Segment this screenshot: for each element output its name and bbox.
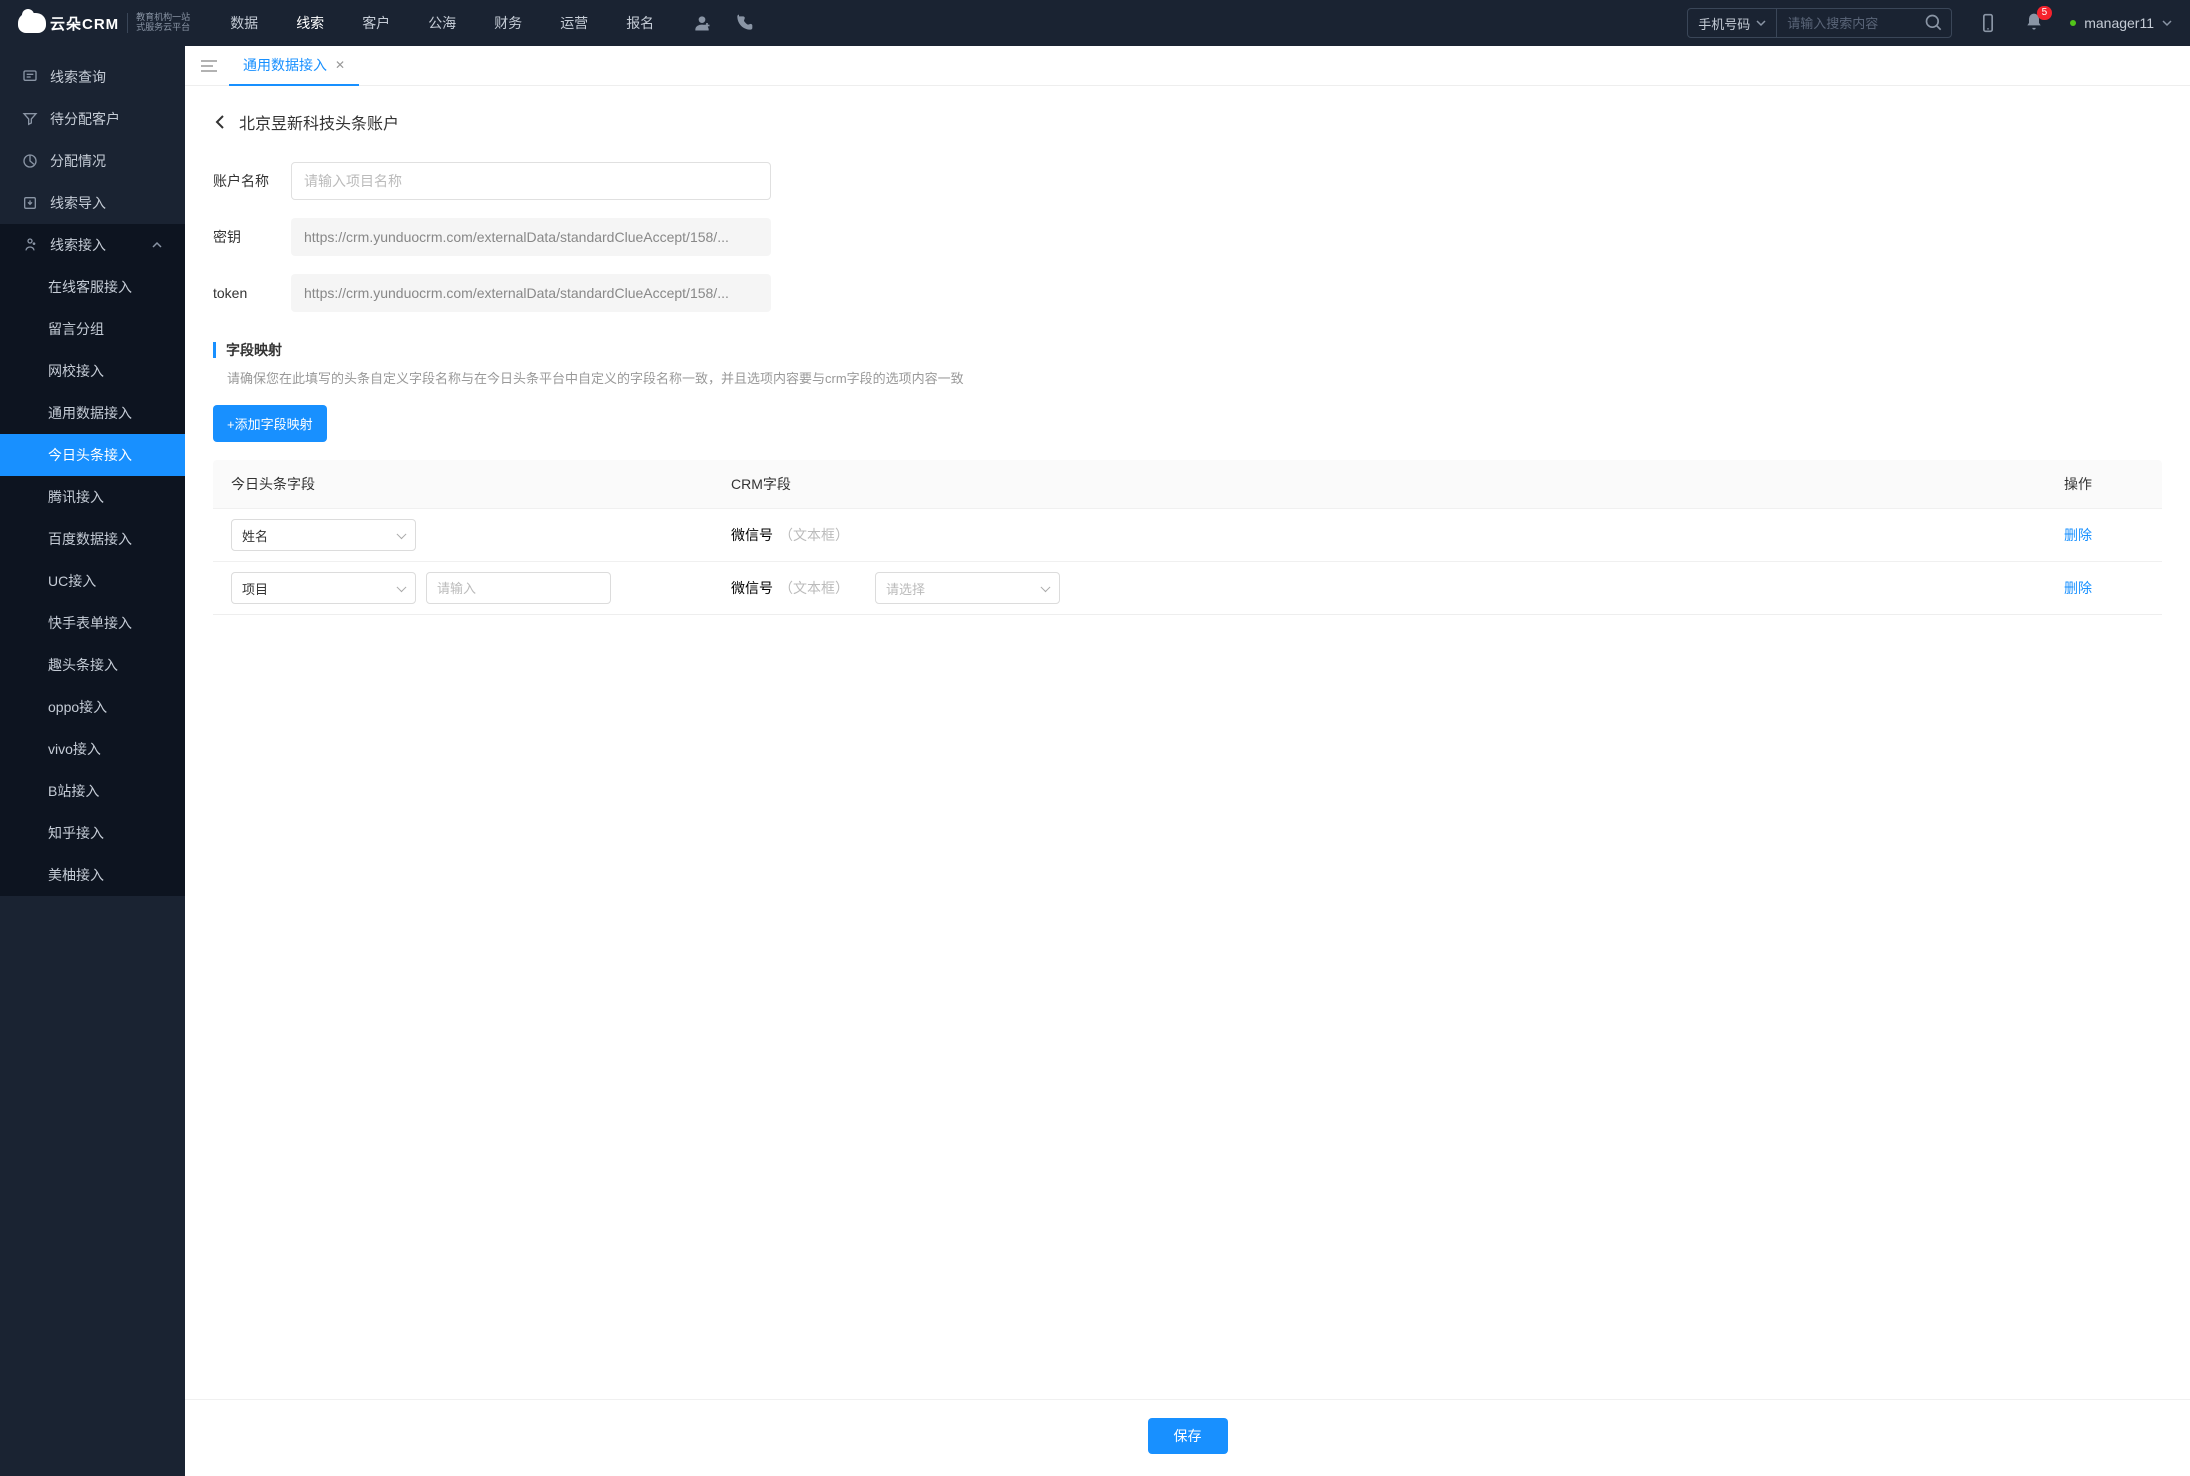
sidebar-subitem[interactable]: 通用数据接入 <box>0 392 185 434</box>
sidebar-item[interactable]: 线索接入 <box>0 224 185 266</box>
tab-bar: 通用数据接入 ✕ <box>185 46 2190 86</box>
sidebar-subitem[interactable]: 今日头条接入 <box>0 434 185 476</box>
topnav-item[interactable]: 财务 <box>494 1 522 45</box>
crm-field-value: 微信号 <box>731 525 773 545</box>
crm-field-value: 微信号 <box>731 578 773 598</box>
topnav-item[interactable]: 线索 <box>296 1 324 45</box>
search-box: 手机号码 <box>1687 8 1952 38</box>
tab-close-icon[interactable]: ✕ <box>335 58 345 72</box>
token-label: token <box>213 285 273 301</box>
search-input[interactable] <box>1777 16 1917 31</box>
secret-input[interactable] <box>291 218 771 256</box>
filter-icon <box>22 111 38 127</box>
tab-active[interactable]: 通用数据接入 ✕ <box>229 46 359 86</box>
topnav-item[interactable]: 公海 <box>428 1 456 45</box>
search-icon <box>1924 13 1944 33</box>
toutiao-field-select[interactable]: 姓名 <box>231 519 416 551</box>
mobile-icon[interactable] <box>1978 13 1998 33</box>
add-mapping-button[interactable]: +添加字段映射 <box>213 405 327 442</box>
brand-subtitle: 教育机构一站式服务云平台 <box>127 13 190 33</box>
status-dot <box>2070 20 2076 26</box>
sidebar-subitem[interactable]: 趣头条接入 <box>0 644 185 686</box>
page-title: 北京昱新科技头条账户 <box>239 110 399 134</box>
sidebar-item[interactable]: 线索导入 <box>0 182 185 224</box>
save-button[interactable]: 保存 <box>1148 1418 1228 1454</box>
username: manager11 <box>2084 15 2154 31</box>
sidebar: 线索查询待分配客户分配情况线索导入线索接入在线客服接入留言分组网校接入通用数据接… <box>0 46 185 1476</box>
table-row: 项目 微信号 （文本框） 请选择 删除 <box>213 561 2162 614</box>
toutiao-field-select[interactable]: 项目 <box>231 572 416 604</box>
section-note: 请确保您在此填写的头条自定义字段名称与在今日头条平台中自定义的字段名称一致，并且… <box>213 368 2162 387</box>
header-toutiao-field: 今日头条字段 <box>231 474 731 494</box>
header-crm-field: CRM字段 <box>731 474 2064 494</box>
top-navigation: 数据线索客户公海财务运营报名 <box>230 1 654 45</box>
user-menu[interactable]: manager11 <box>2070 15 2172 31</box>
sidebar-subitem[interactable]: B站接入 <box>0 770 185 812</box>
search-button[interactable] <box>1917 9 1951 37</box>
topnav-item[interactable]: 客户 <box>362 1 390 45</box>
sidebar-subitem[interactable]: 在线客服接入 <box>0 266 185 308</box>
cloud-icon <box>18 13 46 33</box>
menu-icon <box>201 59 217 73</box>
access-icon <box>22 237 38 253</box>
topnav-item[interactable]: 运营 <box>560 1 588 45</box>
chart-icon <box>22 153 38 169</box>
main-content: 通用数据接入 ✕ 北京昱新科技头条账户 账户名称 密钥 t <box>185 46 2190 1476</box>
mapping-table: 今日头条字段 CRM字段 操作 姓名微信号（文本框）删除项目微信号（文本框）请选… <box>213 460 2162 615</box>
user-add-icon[interactable] <box>692 13 712 33</box>
back-icon[interactable] <box>213 114 229 130</box>
account-name-input[interactable] <box>291 162 771 200</box>
sidebar-subitem[interactable]: 留言分组 <box>0 308 185 350</box>
table-row: 姓名 微信号 （文本框） 删除 <box>213 508 2162 561</box>
token-input[interactable] <box>291 274 771 312</box>
sidebar-subitem[interactable]: oppo接入 <box>0 686 185 728</box>
sidebar-subitem[interactable]: 网校接入 <box>0 350 185 392</box>
logo: 云朵CRM 教育机构一站式服务云平台 <box>18 13 190 34</box>
sidebar-subitem[interactable]: 美柚接入 <box>0 854 185 896</box>
chevron-down-icon <box>2162 18 2172 28</box>
topbar: 云朵CRM 教育机构一站式服务云平台 数据线索客户公海财务运营报名 手机号码 <box>0 0 2190 46</box>
import-icon <box>22 195 38 211</box>
crm-field-hint: （文本框） <box>779 525 849 545</box>
chevron-down-icon <box>1756 18 1766 28</box>
collapse-sidebar-button[interactable] <box>193 50 225 82</box>
sidebar-subitem[interactable]: 百度数据接入 <box>0 518 185 560</box>
chevron-up-icon <box>151 239 163 251</box>
sidebar-subitem[interactable]: 快手表单接入 <box>0 602 185 644</box>
delete-button[interactable]: 删除 <box>2064 527 2092 543</box>
secret-label: 密钥 <box>213 227 273 247</box>
topnav-item[interactable]: 报名 <box>626 1 654 45</box>
section-accent-bar <box>213 342 216 358</box>
crm-field-select[interactable]: 请选择 <box>875 572 1060 604</box>
crm-field-hint: （文本框） <box>779 578 849 598</box>
page-footer: 保存 <box>185 1399 2190 1476</box>
notification-badge: 5 <box>2037 6 2053 20</box>
breadcrumb: 北京昱新科技头条账户 <box>213 110 2162 134</box>
notifications-button[interactable]: 5 <box>2024 12 2044 35</box>
account-name-label: 账户名称 <box>213 171 273 191</box>
sidebar-item[interactable]: 待分配客户 <box>0 98 185 140</box>
sidebar-item[interactable]: 线索查询 <box>0 56 185 98</box>
delete-button[interactable]: 删除 <box>2064 580 2092 596</box>
query-icon <box>22 69 38 85</box>
sidebar-item[interactable]: 分配情况 <box>0 140 185 182</box>
section-title: 字段映射 <box>226 340 282 360</box>
sidebar-subitem[interactable]: vivo接入 <box>0 728 185 770</box>
sidebar-subitem[interactable]: UC接入 <box>0 560 185 602</box>
sidebar-subitem[interactable]: 腾讯接入 <box>0 476 185 518</box>
phone-icon[interactable] <box>734 13 754 33</box>
toutiao-field-input[interactable] <box>426 572 611 604</box>
brand-name: 云朵CRM <box>50 13 119 34</box>
search-type-select[interactable]: 手机号码 <box>1688 9 1777 37</box>
tab-label: 通用数据接入 <box>243 55 327 75</box>
sidebar-subitem[interactable]: 知乎接入 <box>0 812 185 854</box>
topnav-item[interactable]: 数据 <box>230 1 258 45</box>
header-action: 操作 <box>2064 474 2144 494</box>
